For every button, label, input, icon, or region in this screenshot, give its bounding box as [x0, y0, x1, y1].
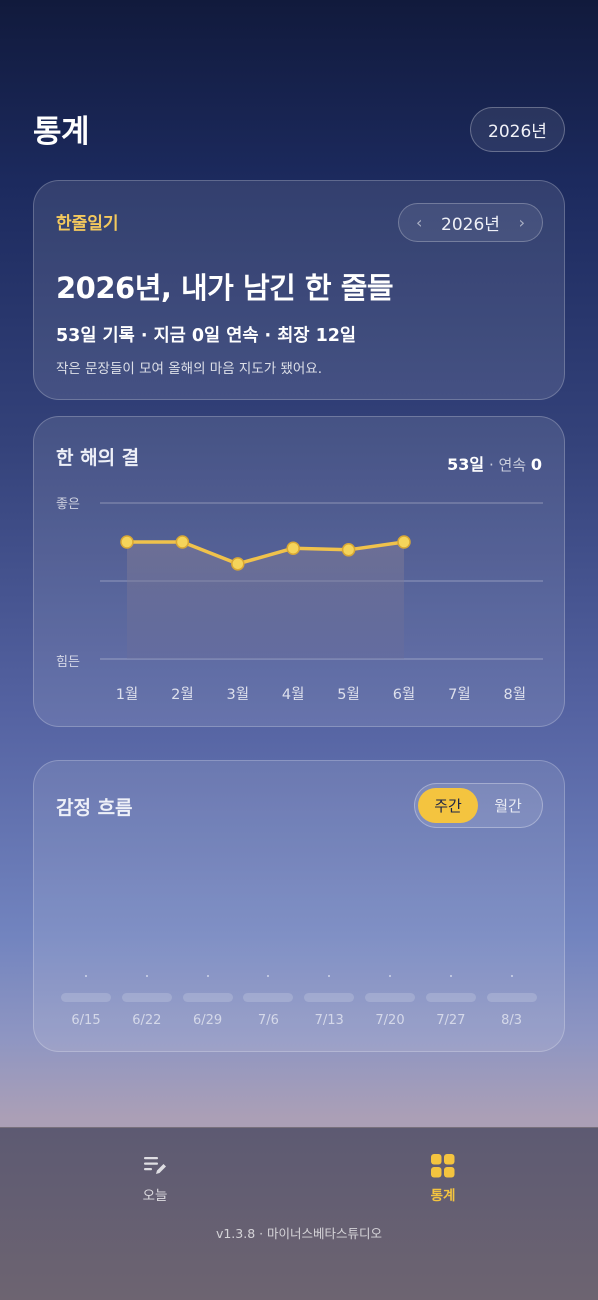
week-dot [267, 975, 270, 977]
year-stepper: ‹ 2026년 › [398, 203, 543, 242]
week-label: 6/22 [132, 1013, 162, 1028]
week-dot [85, 975, 87, 977]
summary-stats: 53일 기록 · 지금 0일 연속 · 최장 12일 [56, 326, 357, 346]
mood-point [341, 543, 356, 557]
bottom-nav: 오늘 통계 v1.3.8 · 마이너스베타스튜디오 [0, 1127, 598, 1300]
chevron-right-icon[interactable]: › [519, 213, 525, 232]
week-bar [61, 993, 111, 1002]
toggle-weekly[interactable]: 주간 [418, 788, 478, 823]
x-tick-label: 7월 [448, 686, 471, 703]
week-label: 6/29 [192, 1013, 223, 1028]
edit-list-icon [144, 1157, 166, 1174]
week-dot [449, 975, 452, 977]
mood-point [175, 535, 190, 549]
emotion-flow-title: 감정 흐름 [56, 797, 133, 819]
chevron-left-icon[interactable]: ‹ [416, 213, 422, 232]
week-bar [304, 993, 355, 1002]
period-toggle: 주간 월간 [414, 783, 543, 828]
x-tick-label: 1월 [116, 686, 139, 703]
x-tick-label: 3월 [227, 686, 250, 703]
mood-point [286, 541, 300, 555]
mood-point [397, 535, 411, 549]
week-dot [328, 975, 331, 977]
nav-today-label: 오늘 [142, 1188, 168, 1204]
week-label: 6/15 [71, 1013, 101, 1028]
week-bar [365, 993, 415, 1002]
x-tick-label: 2월 [171, 686, 194, 703]
app-version: v1.3.8 · 마이너스베타스튜디오 [215, 1226, 383, 1241]
summary-card-label: 한줄일기 [56, 214, 119, 234]
x-tick-label: 5월 [337, 686, 360, 703]
year-mood-card: 한 해의 결 53일 · 연속 0 좋은 힘든 1월 2월 3월 4월 5월 6월 7월 8월 [33, 416, 565, 727]
nav-stats[interactable]: 통계 [403, 1154, 483, 1204]
summary-headline: 2026년, 내가 남긴 한 줄들 [56, 271, 394, 305]
page-title: 통계 [33, 114, 90, 150]
week-bar [182, 993, 233, 1002]
y-tick-top: 좋은 [56, 497, 80, 512]
x-tick-label: 8월 [504, 686, 527, 703]
x-tick-label: 6월 [393, 686, 416, 703]
nav-today[interactable]: 오늘 [115, 1154, 195, 1204]
mood-point [120, 535, 134, 549]
year-select-button[interactable]: 2026년 [470, 107, 565, 152]
nav-stats-label: 통계 [430, 1188, 456, 1204]
mood-point [231, 557, 245, 571]
week-bar [121, 993, 172, 1002]
emotion-flow-card: 감정 흐름 주간 월간 6/15 6/22 6/29 7/6 7/13 7/20 7/27 8… [33, 760, 565, 1052]
week-bar [486, 993, 537, 1002]
grid-icon [431, 1154, 455, 1178]
x-tick-label: 4월 [282, 686, 305, 703]
y-tick-bottom: 힘든 [56, 655, 80, 670]
toggle-monthly[interactable]: 월간 [478, 788, 538, 823]
week-dot [145, 975, 148, 977]
summary-description: 작은 문장들이 모여 올해의 마음 지도가 됐어요. [56, 361, 323, 377]
week-dot [510, 975, 513, 977]
week-label: 8/3 [501, 1013, 523, 1028]
week-label: 7/27 [436, 1013, 466, 1028]
week-bar [243, 993, 294, 1002]
mood-area [127, 542, 404, 659]
week-label: 7/13 [314, 1013, 344, 1028]
week-bar [425, 993, 476, 1002]
week-dot [389, 975, 391, 977]
week-dot [206, 975, 209, 977]
summary-card: 한줄일기 ‹ 2026년 › 2026년, 내가 남긴 한 줄들 53일 기록 … [33, 180, 565, 400]
year-mood-chart: 좋은 힘든 1월 2월 3월 4월 5월 6월 7월 8월 [56, 497, 543, 703]
week-label: 7/6 [257, 1013, 279, 1028]
year-stepper-value: 2026년 [441, 215, 500, 235]
week-label: 7/20 [375, 1013, 405, 1028]
